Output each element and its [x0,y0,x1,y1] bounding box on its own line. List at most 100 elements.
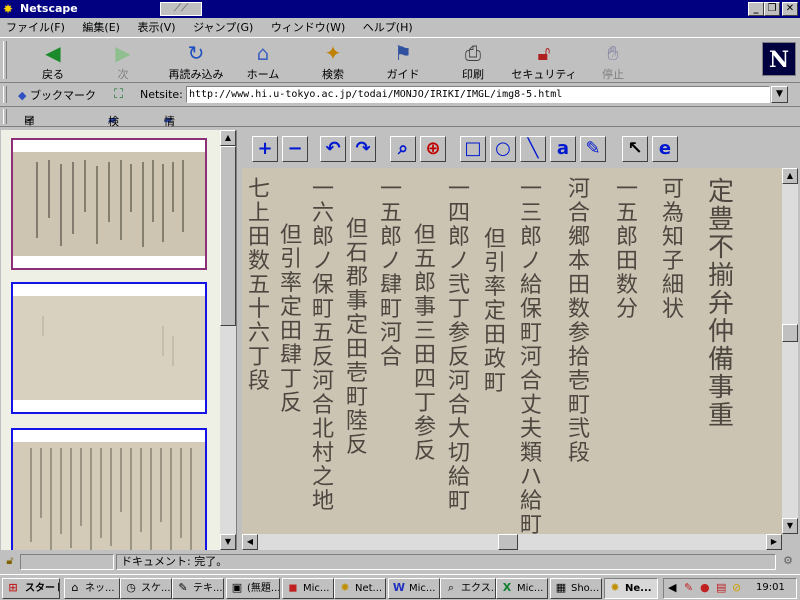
shortcut-icon: ▦ [555,581,567,594]
taskbar-item[interactable]: ✎ テキ... [172,578,224,599]
manuscript-column: 一 六郎ノ 保町五反 河合 北村之地 [312,177,335,514]
netscape-icon: ✸ [610,581,620,594]
line-tool-button[interactable]: ╲ [520,136,546,162]
toolbar-grip[interactable] [3,41,7,79]
scroll-up-arrow-icon[interactable]: ▲ [782,168,798,184]
menu-go[interactable]: ジャンプ(G) [193,21,253,34]
thumbnail-frame [1,130,237,550]
print-button[interactable]: ⎙ 印刷 [440,42,506,82]
forward-button[interactable]: ▶ 次 [90,42,156,82]
start-button[interactable]: ⊞ スタート [2,578,60,599]
task-label: Mic... [517,583,544,594]
netscape-logo: N [762,42,796,76]
thumbnail-2[interactable] [11,282,207,414]
progress-meter [20,554,114,570]
task-label: Ne... [625,583,652,594]
guide-button[interactable]: ⚑ ガイド [370,42,436,82]
taskbar-item[interactable]: W Mic... [388,578,440,599]
rotate-left-button[interactable]: ↶ [320,136,346,162]
taskbar-item[interactable]: ◼ Mic... [282,578,334,599]
red-dot-icon[interactable]: ● [700,581,710,594]
security-lock-icon[interactable]: 🔓︎ [2,554,18,570]
magnify-button[interactable]: ⌕ [390,136,416,162]
system-tray: ◀ ✎ ● ▤ ⊘ 19:01 [663,578,797,599]
menu-window[interactable]: ウィンドウ(W) [271,21,345,34]
scroll-left-arrow-icon[interactable]: ◀ [242,534,258,550]
guide-icon: ⚑ [394,41,412,65]
netscape-app-icon: ✸ [3,2,14,16]
scroll-thumb[interactable] [220,146,236,326]
pen-tool-button[interactable]: ✎ [580,136,606,162]
paint-icon: ▣ [231,581,243,594]
explorer-icon: ⌕ [447,581,455,594]
zoom-in-plus-button[interactable]: + [252,136,278,162]
scroll-right-arrow-icon[interactable]: ▶ [766,534,782,550]
personal-grip[interactable] [3,109,7,124]
reload-label: 再読み込み [168,68,224,81]
manuscript-column: 定豊 不揃弁仲備事重 [708,177,735,431]
text-tool-button[interactable]: a [550,136,576,162]
reload-button[interactable]: ↻ 再読み込み [160,42,232,82]
thumbnail-1[interactable] [11,138,207,270]
close-button[interactable]: ✕ [782,2,798,16]
magnify-plus-button[interactable]: ⊕ [420,136,446,162]
volume-icon[interactable]: ◀ [668,581,676,594]
circle-tool-button[interactable]: ○ [490,136,516,162]
access-icon: ◼ [288,581,298,594]
url-dropdown-button[interactable]: ▼ [771,86,788,103]
manuscript-column: 一 四郎ノ 弐丁参反 河合 大切給町 [448,177,471,514]
url-input[interactable]: http://www.hi.u-tokyo.ac.jp/todai/MONJO/… [186,86,770,103]
scroll-thumb[interactable] [782,324,798,342]
manuscript-column: 但 石郡事定田壱町陸反 [346,217,369,458]
ime-icon[interactable]: ▤ [716,581,726,594]
menu-file[interactable]: ファイル(F) [6,21,65,34]
taskbar-item-active[interactable]: ✸ Ne... [604,578,658,599]
status-text: ドキュメント: 完了。 [116,554,776,570]
menu-edit[interactable]: 編集(E) [82,21,120,34]
minimize-button[interactable]: _ [748,2,764,16]
edit-e-button[interactable]: e [652,136,678,162]
maximize-button[interactable]: ❐ [764,2,780,16]
search-button[interactable]: ✦ 検索 [300,42,366,82]
clock[interactable]: 19:01 [756,582,785,593]
taskbar-item[interactable]: ⌂ ネッ... [64,578,120,599]
rotate-right-button[interactable]: ↷ [350,136,376,162]
menu-bar: ファイル(F) 編集(E) 表示(V) ジャンプ(G) ウィンドウ(W) ヘルプ… [0,18,800,37]
security-button[interactable]: 🔓︎ セキュリティ [508,42,580,82]
bookmarks-button[interactable]: ◆ ブックマーク [18,87,96,103]
text-editor-icon: ✎ [178,581,188,594]
window-title: Netscape [20,2,78,15]
component-bar-icon[interactable]: ⚙ [780,554,796,570]
task-label: (無題... [247,583,280,594]
menu-help[interactable]: ヘルプ(H) [363,21,413,34]
taskbar-item[interactable]: ▦ Sho... [550,578,602,599]
taskbar-item[interactable]: X Mic... [496,578,548,599]
scroll-down-arrow-icon[interactable]: ▼ [220,534,236,550]
home-button[interactable]: ⌂ ホーム [230,42,296,82]
image-horizontal-scrollbar[interactable]: ◀ ▶ [242,534,782,550]
zoom-out-minus-button[interactable]: − [282,136,308,162]
taskbar-item[interactable]: ▣ (無題... [226,578,280,599]
taskbar-item[interactable]: ✸ Net... [334,578,386,599]
location-grip[interactable] [3,86,7,103]
menu-view[interactable]: 表示(V) [137,21,175,34]
forward-arrow-icon: ▶ [115,41,131,65]
ime-pad-icon[interactable]: ✎ [684,581,693,594]
pointer-tool-button[interactable]: ↖ [622,136,648,162]
print-icon: ⎙ [465,41,481,65]
scroll-down-arrow-icon[interactable]: ▼ [782,518,798,534]
stop-button[interactable]: ✋︎ 停止 [580,42,646,82]
back-button[interactable]: ◀ 戻る [20,42,86,82]
word-icon: W [392,581,406,594]
rectangle-tool-button[interactable]: □ [460,136,486,162]
thumbnail-scrollbar[interactable]: ▲ ▼ [220,130,236,550]
page-proxy-icon[interactable]: ⛶ [114,87,123,102]
manuscript-image[interactable]: 定豊 不揃弁仲備事重 可為知子細状 一 五郎田数分 河合郷本田数参拾壱町弐段 一… [242,168,782,534]
power-icon[interactable]: ⊘ [732,581,741,594]
taskbar-item[interactable]: ⌕ エクス... [440,578,496,599]
image-vertical-scrollbar[interactable]: ▲ ▼ [782,168,798,534]
taskbar-item[interactable]: ◷ スケ... [120,578,172,599]
scroll-thumb[interactable] [498,534,518,550]
scroll-up-arrow-icon[interactable]: ▲ [220,130,236,146]
thumbnail-3[interactable] [11,428,207,550]
